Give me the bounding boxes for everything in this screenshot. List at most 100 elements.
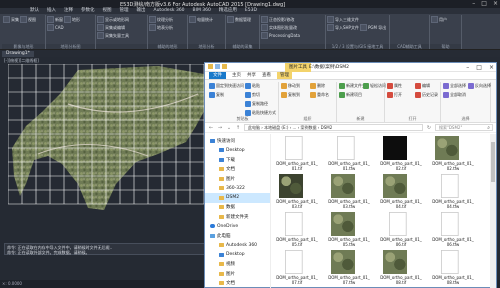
cad-ribbon-button[interactable]: 导入SHP文件 [327, 24, 359, 31]
explorer-ribbon-button[interactable]: 历史记录 [415, 92, 438, 98]
cad-ribbon-button[interactable]: 地表分析 [149, 24, 173, 31]
nav-item[interactable]: 新建文件夹 [205, 212, 270, 222]
cad-ribbon-button[interactable]: 采集矢量工具 [97, 32, 129, 39]
cad-ribbon-button-label: 导入SHP文件 [335, 25, 359, 30]
cad-ribbon-button[interactable]: PGM 导出 [359, 24, 386, 31]
explorer-ribbon-button[interactable]: 新建项目 [339, 92, 362, 98]
vertical-scrollbar[interactable] [490, 134, 496, 288]
folder-icon[interactable] [208, 64, 213, 69]
explorer-ribbon-button[interactable]: 固定到快速访问 [209, 83, 244, 89]
explorer-ribbon-button[interactable]: 打开 [387, 92, 402, 98]
forward-icon[interactable]: → [217, 125, 223, 131]
explorer-tab[interactable]: 共享 [247, 72, 256, 79]
file-thumbnail [441, 212, 459, 236]
maximize-icon[interactable]: □ [481, 0, 487, 7]
nav-item[interactable]: 文档 [205, 165, 270, 175]
explorer-ribbon-button[interactable]: 剪切 [245, 92, 260, 98]
cad-ribbon-button[interactable]: 数据管理 [227, 16, 251, 23]
scrollbar-thumb[interactable] [491, 142, 495, 182]
nav-item[interactable]: Desktop [205, 146, 270, 156]
nav-item[interactable]: 文档 [205, 279, 270, 288]
explorer-ribbon-button[interactable]: 全部选择 [443, 83, 466, 89]
up-icon[interactable]: ↑ [235, 125, 241, 131]
explorer-ribbon-button-label: 固定到快速访问 [216, 83, 244, 88]
explorer-ribbon-button[interactable]: 新建文件夹 [339, 83, 366, 89]
cad-ribbon-button[interactable]: ProcessingData [261, 32, 300, 39]
new-folder-icon[interactable] [222, 64, 227, 69]
minimize-icon[interactable]: – [472, 0, 475, 7]
file-item[interactable]: DOM_ortho_part_01_08.tfw [431, 250, 475, 288]
picture-icon [219, 176, 224, 181]
explorer-ribbon-button[interactable]: 轻松访问 [363, 83, 386, 89]
cad-ribbon: 采集 视图 影像与地形 新窗 地形 CAD 地形分析图 显示或地形网 采集或编辑 采集矢量工具 纹理… [0, 14, 500, 50]
explorer-ribbon-button[interactable]: 编辑 [415, 83, 430, 89]
nav-item[interactable]: DSM2 [205, 193, 270, 203]
cad-ribbon-button[interactable]: 新窗 [47, 16, 63, 23]
video-icon [219, 262, 224, 267]
explorer-ribbon-button[interactable]: 全部取消 [443, 92, 466, 98]
file-item[interactable]: DOM_ortho_part_01_07.tif [275, 250, 319, 288]
file-item[interactable]: DOM_ortho_part_01_08.tif [379, 250, 423, 288]
cad-ribbon-button[interactable]: 视图 [20, 16, 36, 23]
explorer-tab[interactable]: 查看 [262, 72, 271, 79]
cad-ribbon-button[interactable]: 采集 [3, 16, 19, 23]
explorer-body: 快速访问 Desktop 下载 文档 图片 360-322 DSM2 数据 新建文件夹 OneDr… [205, 134, 496, 288]
cad-ribbon-button[interactable]: CAD [47, 24, 64, 31]
explorer-ribbon-button[interactable]: 复制路径 [245, 101, 268, 107]
cad-ribbon-button-label: 地形 [72, 17, 80, 22]
cad-ribbon-button[interactable]: 地形 [64, 16, 80, 23]
chevron-down-icon[interactable]: ⌄ [226, 125, 232, 131]
maximize-icon[interactable]: □ [476, 63, 482, 72]
explorer-ribbon-button[interactable]: 复制到 [281, 92, 300, 98]
address-bar[interactable]: 此电脑 › 本地磁盘 (E:) › ... › 案例数据 › DSM2 [244, 124, 423, 131]
search-input[interactable]: 搜索"DSM2" [435, 124, 493, 131]
file-name: DOM_ortho_part_01_02.tif [380, 161, 422, 171]
close-icon[interactable]: × [493, 0, 498, 7]
command-icon [310, 92, 316, 98]
nav-item[interactable]: 360-322 [205, 184, 270, 194]
explorer-ribbon-group: 全部选择 全部取消 反向选择 选择 [441, 82, 491, 122]
explorer-ribbon-button-label: 删除 [317, 83, 325, 88]
cad-ribbon-button[interactable]: 用户 [431, 16, 447, 23]
explorer-ribbon-button[interactable]: 粘贴 [245, 83, 260, 89]
close-icon[interactable]: × [489, 63, 494, 72]
nav-item[interactable]: Autodesk 360 [205, 241, 270, 251]
nav-item[interactable]: 下载 [205, 155, 270, 165]
folder-icon [219, 195, 224, 200]
back-icon[interactable]: ← [208, 125, 214, 131]
cad-ribbon-button[interactable]: 实体图形批量改 [261, 24, 297, 31]
nav-item[interactable]: 此电脑 [205, 231, 270, 241]
nav-item[interactable]: 数据 [205, 203, 270, 213]
explorer-ribbon-button[interactable]: 删除 [310, 83, 325, 89]
explorer-tab[interactable]: 主页 [232, 72, 241, 79]
cad-ribbon-button[interactable]: 采集或编辑 [97, 24, 125, 31]
minimize-icon[interactable]: – [466, 63, 469, 72]
nav-item[interactable]: 视频 [205, 260, 270, 270]
nav-item[interactable]: 图片 [205, 174, 270, 184]
nav-item[interactable]: 快速访问 [205, 136, 270, 146]
explorer-tab[interactable]: 管理 [277, 72, 292, 79]
refresh-icon[interactable]: ↻ [426, 125, 432, 131]
cad-ribbon-button[interactable]: 导入三维文件 [327, 16, 359, 23]
command-line[interactable]: 命令: 正在读取在内存中导入文件中，请稍候时文件无后缀.. 命令: 正在读取外部… [4, 243, 216, 255]
explorer-tab[interactable]: 文件 [209, 72, 226, 79]
cad-ribbon-button[interactable]: 正态投影/修改 [261, 16, 294, 23]
file-item[interactable]: DOM_ortho_part_01_07.tfw [327, 250, 371, 288]
cad-ribbon-button-label: 纹理分析 [157, 17, 173, 22]
explorer-ribbon-button[interactable]: 复制 [209, 92, 224, 98]
cad-ribbon-button[interactable]: 显示或地形网 [97, 16, 129, 23]
cad-ribbon-button[interactable]: 电量统计 [189, 16, 213, 23]
explorer-ribbon-button[interactable]: 移动到 [281, 83, 300, 89]
explorer-ribbon-button[interactable]: 重命名 [310, 92, 329, 98]
properties-icon[interactable] [215, 64, 220, 69]
file-name: DOM_ortho_part_01_06.tfw [432, 237, 474, 247]
explorer-ribbon-button[interactable]: 属性 [387, 83, 402, 89]
file-thumbnail [441, 250, 459, 274]
nav-item[interactable]: OneDrive [205, 222, 270, 232]
ortho-tile-grid[interactable] [8, 64, 218, 214]
nav-item[interactable]: Desktop [205, 250, 270, 260]
nav-item[interactable]: 图片 [205, 269, 270, 279]
cad-ribbon-button[interactable]: 纹理分析 [149, 16, 173, 23]
explorer-ribbon-button[interactable]: 反向选择 [468, 83, 491, 89]
tool-icon [3, 16, 10, 23]
